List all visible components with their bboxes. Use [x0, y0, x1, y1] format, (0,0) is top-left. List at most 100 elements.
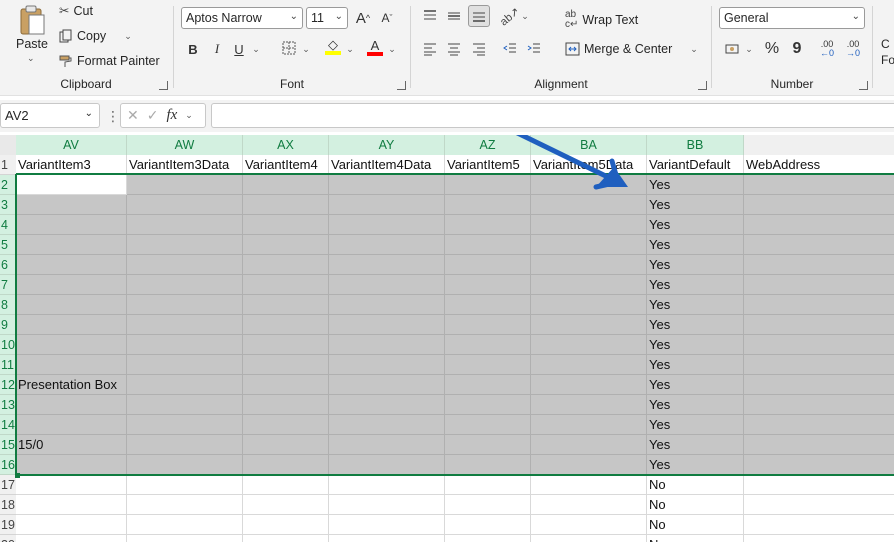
- table-cell[interactable]: [329, 335, 445, 355]
- table-cell[interactable]: [243, 195, 329, 215]
- table-cell[interactable]: 15/0: [16, 435, 127, 455]
- table-cell[interactable]: [744, 255, 894, 275]
- table-cell[interactable]: [127, 415, 243, 435]
- row-header[interactable]: 7: [0, 275, 16, 295]
- table-cell[interactable]: [445, 215, 531, 235]
- variant-default-cell[interactable]: Yes: [647, 355, 744, 375]
- font-size-select[interactable]: 11 ⌄: [306, 7, 348, 29]
- table-cell[interactable]: [744, 395, 894, 415]
- align-top-icon[interactable]: [419, 5, 441, 27]
- column-header-az[interactable]: AZ: [445, 135, 531, 155]
- table-cell[interactable]: [329, 195, 445, 215]
- table-cell[interactable]: [329, 175, 445, 195]
- row-header[interactable]: 13: [0, 395, 16, 415]
- header-cell[interactable]: VariantDefault: [647, 155, 744, 175]
- row-header[interactable]: 2: [0, 175, 16, 195]
- table-cell[interactable]: [243, 375, 329, 395]
- table-cell[interactable]: [127, 535, 243, 542]
- paste-dropdown[interactable]: ⌄: [27, 53, 35, 64]
- table-cell[interactable]: [16, 255, 127, 275]
- table-cell[interactable]: [531, 455, 647, 475]
- row-header[interactable]: 12: [0, 375, 16, 395]
- fill-color-dropdown[interactable]: ⌄: [344, 38, 356, 60]
- table-cell[interactable]: [329, 455, 445, 475]
- accounting-dropdown[interactable]: ⌄: [743, 38, 755, 60]
- row-header[interactable]: 16: [0, 455, 16, 475]
- table-cell[interactable]: [16, 315, 127, 335]
- borders-button[interactable]: [278, 38, 300, 60]
- paste-icon[interactable]: [18, 4, 46, 36]
- alignment-launcher-icon[interactable]: [698, 81, 707, 90]
- table-cell[interactable]: [329, 515, 445, 535]
- table-cell[interactable]: [744, 495, 894, 515]
- variant-default-cell[interactable]: Yes: [647, 195, 744, 215]
- row-header[interactable]: 5: [0, 235, 16, 255]
- table-cell[interactable]: [329, 395, 445, 415]
- table-cell[interactable]: [329, 295, 445, 315]
- variant-default-cell[interactable]: Yes: [647, 175, 744, 195]
- table-cell[interactable]: [243, 315, 329, 335]
- table-cell[interactable]: [16, 295, 127, 315]
- fill-handle[interactable]: [15, 473, 20, 478]
- table-cell[interactable]: [16, 475, 127, 495]
- table-cell[interactable]: [329, 435, 445, 455]
- table-cell[interactable]: [744, 235, 894, 255]
- table-cell[interactable]: [127, 255, 243, 275]
- variant-default-cell[interactable]: Yes: [647, 395, 744, 415]
- row-header[interactable]: 17: [0, 475, 16, 495]
- table-cell[interactable]: [531, 295, 647, 315]
- table-cell[interactable]: [531, 415, 647, 435]
- table-cell[interactable]: [744, 435, 894, 455]
- enter-icon[interactable]: ✓: [147, 107, 159, 124]
- row-header[interactable]: 3: [0, 195, 16, 215]
- table-cell[interactable]: [531, 435, 647, 455]
- format-painter-button[interactable]: Format Painter: [59, 54, 160, 68]
- row-header[interactable]: 14: [0, 415, 16, 435]
- table-cell[interactable]: [16, 535, 127, 542]
- table-cell[interactable]: [127, 215, 243, 235]
- variant-default-cell[interactable]: Yes: [647, 255, 744, 275]
- table-cell[interactable]: [744, 295, 894, 315]
- table-cell[interactable]: [744, 315, 894, 335]
- column-header-bb[interactable]: BB: [647, 135, 744, 155]
- more-options-icon[interactable]: ⋮: [106, 108, 120, 125]
- variant-default-cell[interactable]: Yes: [647, 435, 744, 455]
- table-cell[interactable]: [127, 375, 243, 395]
- font-launcher-icon[interactable]: [397, 81, 406, 90]
- row-header[interactable]: 10: [0, 335, 16, 355]
- table-cell[interactable]: [127, 455, 243, 475]
- table-cell[interactable]: [531, 315, 647, 335]
- table-cell[interactable]: [531, 395, 647, 415]
- table-cell[interactable]: [744, 415, 894, 435]
- table-cell[interactable]: [531, 355, 647, 375]
- variant-default-cell[interactable]: Yes: [647, 275, 744, 295]
- table-cell[interactable]: [243, 255, 329, 275]
- table-cell[interactable]: [329, 215, 445, 235]
- table-cell[interactable]: [127, 315, 243, 335]
- select-all-corner[interactable]: [0, 135, 16, 155]
- table-cell[interactable]: [531, 515, 647, 535]
- increase-decimal-button[interactable]: .00 ←0: [816, 38, 838, 60]
- header-cell[interactable]: WebAddress: [744, 155, 894, 175]
- italic-button[interactable]: I: [206, 38, 228, 60]
- table-cell[interactable]: [127, 515, 243, 535]
- table-cell[interactable]: [243, 415, 329, 435]
- table-cell[interactable]: [445, 375, 531, 395]
- wrap-text-button[interactable]: ab c↵ Wrap Text: [565, 10, 638, 30]
- header-cell[interactable]: VariantItem3: [16, 155, 127, 175]
- table-cell[interactable]: [243, 295, 329, 315]
- percent-button[interactable]: %: [761, 38, 783, 60]
- spreadsheet-grid[interactable]: AV AW AX AY AZ BA BB 1 VariantItem3 VariantItem3…: [0, 135, 894, 542]
- table-cell[interactable]: [329, 415, 445, 435]
- table-cell[interactable]: [127, 475, 243, 495]
- table-cell[interactable]: [243, 235, 329, 255]
- table-cell[interactable]: [127, 275, 243, 295]
- table-cell[interactable]: [16, 275, 127, 295]
- table-cell[interactable]: [531, 255, 647, 275]
- table-cell[interactable]: [445, 275, 531, 295]
- variant-default-cell[interactable]: Yes: [647, 235, 744, 255]
- table-cell[interactable]: [16, 235, 127, 255]
- table-cell[interactable]: [744, 455, 894, 475]
- table-cell[interactable]: [243, 215, 329, 235]
- table-cell[interactable]: [243, 395, 329, 415]
